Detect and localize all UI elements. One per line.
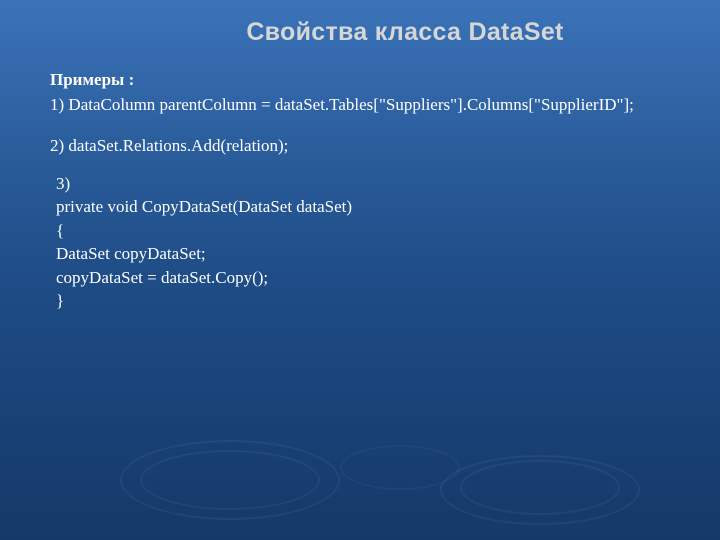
slide-content: Примеры : 1) DataColumn parentColumn = d… xyxy=(0,47,720,313)
example-3: 3) private void CopyDataSet(DataSet data… xyxy=(50,172,670,313)
code-line: } xyxy=(56,289,670,312)
code-line: DataSet copyDataSet; xyxy=(56,242,670,265)
slide-title: Свойства класса DataSet xyxy=(0,0,720,47)
ripple-decoration xyxy=(440,455,640,525)
example-1: 1) DataColumn parentColumn = dataSet.Tab… xyxy=(50,94,670,117)
code-line: 3) xyxy=(56,172,670,195)
code-line: private void CopyDataSet(DataSet dataSet… xyxy=(56,195,670,218)
example-2: 2) dataSet.Relations.Add(relation); xyxy=(50,135,670,158)
code-line: copyDataSet = dataSet.Copy(); xyxy=(56,266,670,289)
code-line: { xyxy=(56,219,670,242)
ripple-decoration xyxy=(120,440,340,520)
examples-heading: Примеры : xyxy=(50,69,670,92)
